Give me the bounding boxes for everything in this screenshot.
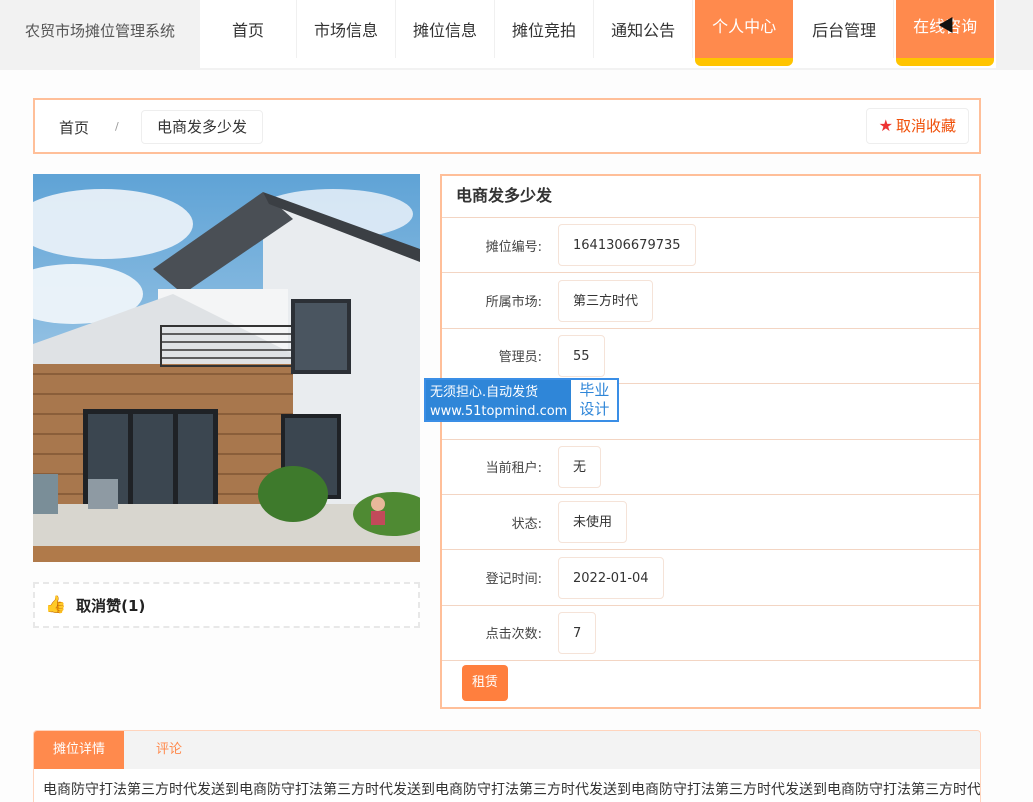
info-label: 摊位编号: [485, 239, 542, 255]
nav-personal-center[interactable]: 个人中心 [695, 0, 794, 66]
info-row-stall-number: 摊位编号: 1641306679735 [442, 218, 979, 274]
breadcrumb-current: 电商发多少发 [141, 110, 264, 144]
nav-stall-auction[interactable]: 摊位竞拍 [495, 0, 595, 58]
top-navigation-bar: 农贸市场摊位管理系统 首页 市场信息 摊位信息 摊位竞拍 通知公告 个人中心 后… [0, 0, 1033, 70]
detail-tabs: 摊位详情 评论 电商防守打法第三方时代发送到电商防守打法第三方时代发送到电商防守… [33, 730, 981, 802]
stall-detail-text: 电商防守打法第三方时代发送到电商防守打法第三方时代发送到电商防守打法第三方时代发… [43, 782, 980, 798]
nav-admin[interactable]: 后台管理 [795, 0, 895, 58]
thumbs-up-icon: 👍 [45, 595, 67, 615]
info-row-register-time: 登记时间: 2022-01-04 [442, 550, 979, 606]
brand-title: 农贸市场摊位管理系统 [25, 22, 176, 40]
tab-bar: 摊位详情 评论 [34, 731, 980, 769]
info-label: 点击次数: [485, 627, 542, 643]
watermark-line2: www.51topmind.com [430, 404, 568, 419]
tab-comments[interactable]: 评论 [124, 731, 214, 769]
unfavorite-button[interactable]: ★ 取消收藏 [865, 108, 969, 144]
info-value: 无 [558, 445, 602, 488]
tab-stall-detail[interactable]: 摊位详情 [34, 731, 124, 769]
breadcrumb-separator: / [115, 120, 119, 133]
info-value: 7 [558, 611, 597, 654]
watermark-banner: 无须担心.自动发货 www.51topmind.com 毕业 设计 [424, 378, 620, 422]
unlike-button[interactable]: 👍 取消赞(1) [33, 582, 420, 628]
watermark-left: 无须担心.自动发货 www.51topmind.com [426, 380, 572, 420]
info-label: 登记时间: [485, 572, 542, 588]
watermark-right: 毕业 设计 [571, 380, 617, 420]
page-content: 首页 / 电商发多少发 ★ 取消收藏 👍 取消赞(1) 电商发多少发 摊位编号:… [0, 70, 1033, 802]
info-value: 55 [558, 334, 605, 377]
nav-home[interactable]: 首页 [200, 0, 298, 58]
unlike-label: 取消赞(1) [76, 596, 146, 615]
star-icon: ★ [878, 116, 893, 135]
info-label: 管理员: [498, 350, 542, 366]
info-row-click-count: 点击次数: 7 [442, 606, 979, 662]
info-row-tenant: 当前租户: 无 [442, 440, 979, 495]
stall-photo [33, 174, 420, 562]
nav-market-info[interactable]: 市场信息 [297, 0, 397, 58]
info-row-admin: 管理员: 55 [442, 329, 979, 385]
info-value: 1641306679735 [558, 224, 696, 267]
breadcrumb-bar: 首页 / 电商发多少发 ★ 取消收藏 [33, 98, 981, 154]
breadcrumb-home[interactable]: 首页 [59, 117, 89, 138]
info-value: 第三方时代 [558, 279, 654, 322]
unfavorite-label: 取消收藏 [895, 117, 956, 135]
rent-button[interactable]: 租赁 [462, 665, 508, 701]
stall-info-panel: 电商发多少发 摊位编号: 1641306679735 所属市场: 第三方时代 管… [440, 174, 981, 709]
main-nav: 首页 市场信息 摊位信息 摊位竞拍 通知公告 个人中心 后台管理 在线咨询 [200, 0, 997, 68]
info-label: 所属市场: [485, 295, 542, 311]
nav-stall-info[interactable]: 摊位信息 [396, 0, 496, 58]
house-image [33, 174, 420, 562]
watermark-right2: 设计 [579, 400, 610, 418]
stall-title: 电商发多少发 [442, 176, 979, 218]
watermark-right1: 毕业 [579, 381, 610, 399]
info-value: 未使用 [558, 501, 628, 544]
nav-notice[interactable]: 通知公告 [594, 0, 694, 58]
info-value: 2022-01-04 [558, 556, 664, 599]
info-row-status: 状态: 未使用 [442, 495, 979, 551]
info-label: 当前租户: [485, 461, 542, 477]
info-label: 状态: [511, 516, 542, 532]
watermark-line1: 无须担心.自动发货 [430, 385, 539, 400]
info-row-market: 所属市场: 第三方时代 [442, 273, 979, 329]
